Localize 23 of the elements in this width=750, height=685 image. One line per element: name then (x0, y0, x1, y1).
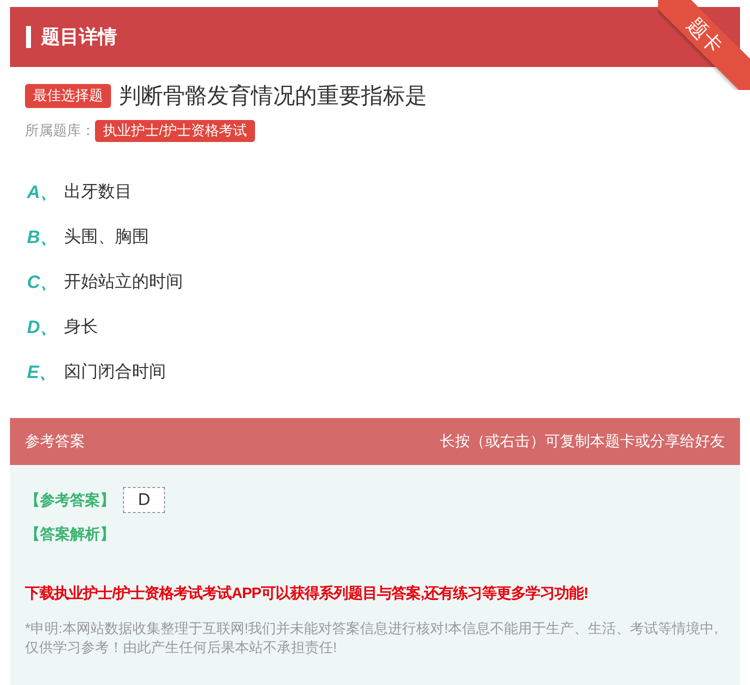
app-promo-text: 下载执业护士/护士资格考试考试APP可以获得系列题目与答案,还有练习等更多学习功能! (25, 584, 590, 603)
answer-label: 【参考答案】 (25, 490, 115, 510)
answer-value: D (123, 487, 166, 513)
analysis-label: 【答案解析】 (25, 525, 116, 544)
disclaimer-text: *申明:本网站数据收集整理于互联网!我们并未能对答案信息进行核对!本信息不能用于生产、生活、考试等情境中,仅供学习参考！由此产生任何后果本站不承担责任! (25, 619, 720, 657)
option-letter: E、 (27, 360, 58, 384)
option-letter: C、 (27, 270, 59, 294)
question-text: 判断骨骼发育情况的重要指标是 (119, 82, 427, 110)
option-letter: B、 (27, 226, 59, 248)
question-type-tag: 最佳选择题 (25, 84, 111, 108)
option-text: 开始站立的时间 (64, 271, 183, 293)
page-title: 题目详情 (41, 26, 117, 50)
share-hint: 长按（或右击）可复制本题卡或分享给好友 (440, 432, 725, 451)
option-text: 头围、胸围 (64, 226, 149, 248)
title-marker (26, 26, 31, 48)
option-text: 囟门闭合时间 (64, 361, 166, 383)
option-text: 身长 (64, 316, 98, 338)
option-text: 出牙数目 (64, 181, 132, 203)
option-letter: A、 (27, 180, 59, 204)
answer-section-title: 参考答案 (25, 432, 85, 451)
bank-tag[interactable]: 执业护士/护士资格考试 (95, 120, 255, 142)
bank-label: 所属题库： (25, 122, 95, 140)
option-letter: D、 (27, 316, 59, 338)
